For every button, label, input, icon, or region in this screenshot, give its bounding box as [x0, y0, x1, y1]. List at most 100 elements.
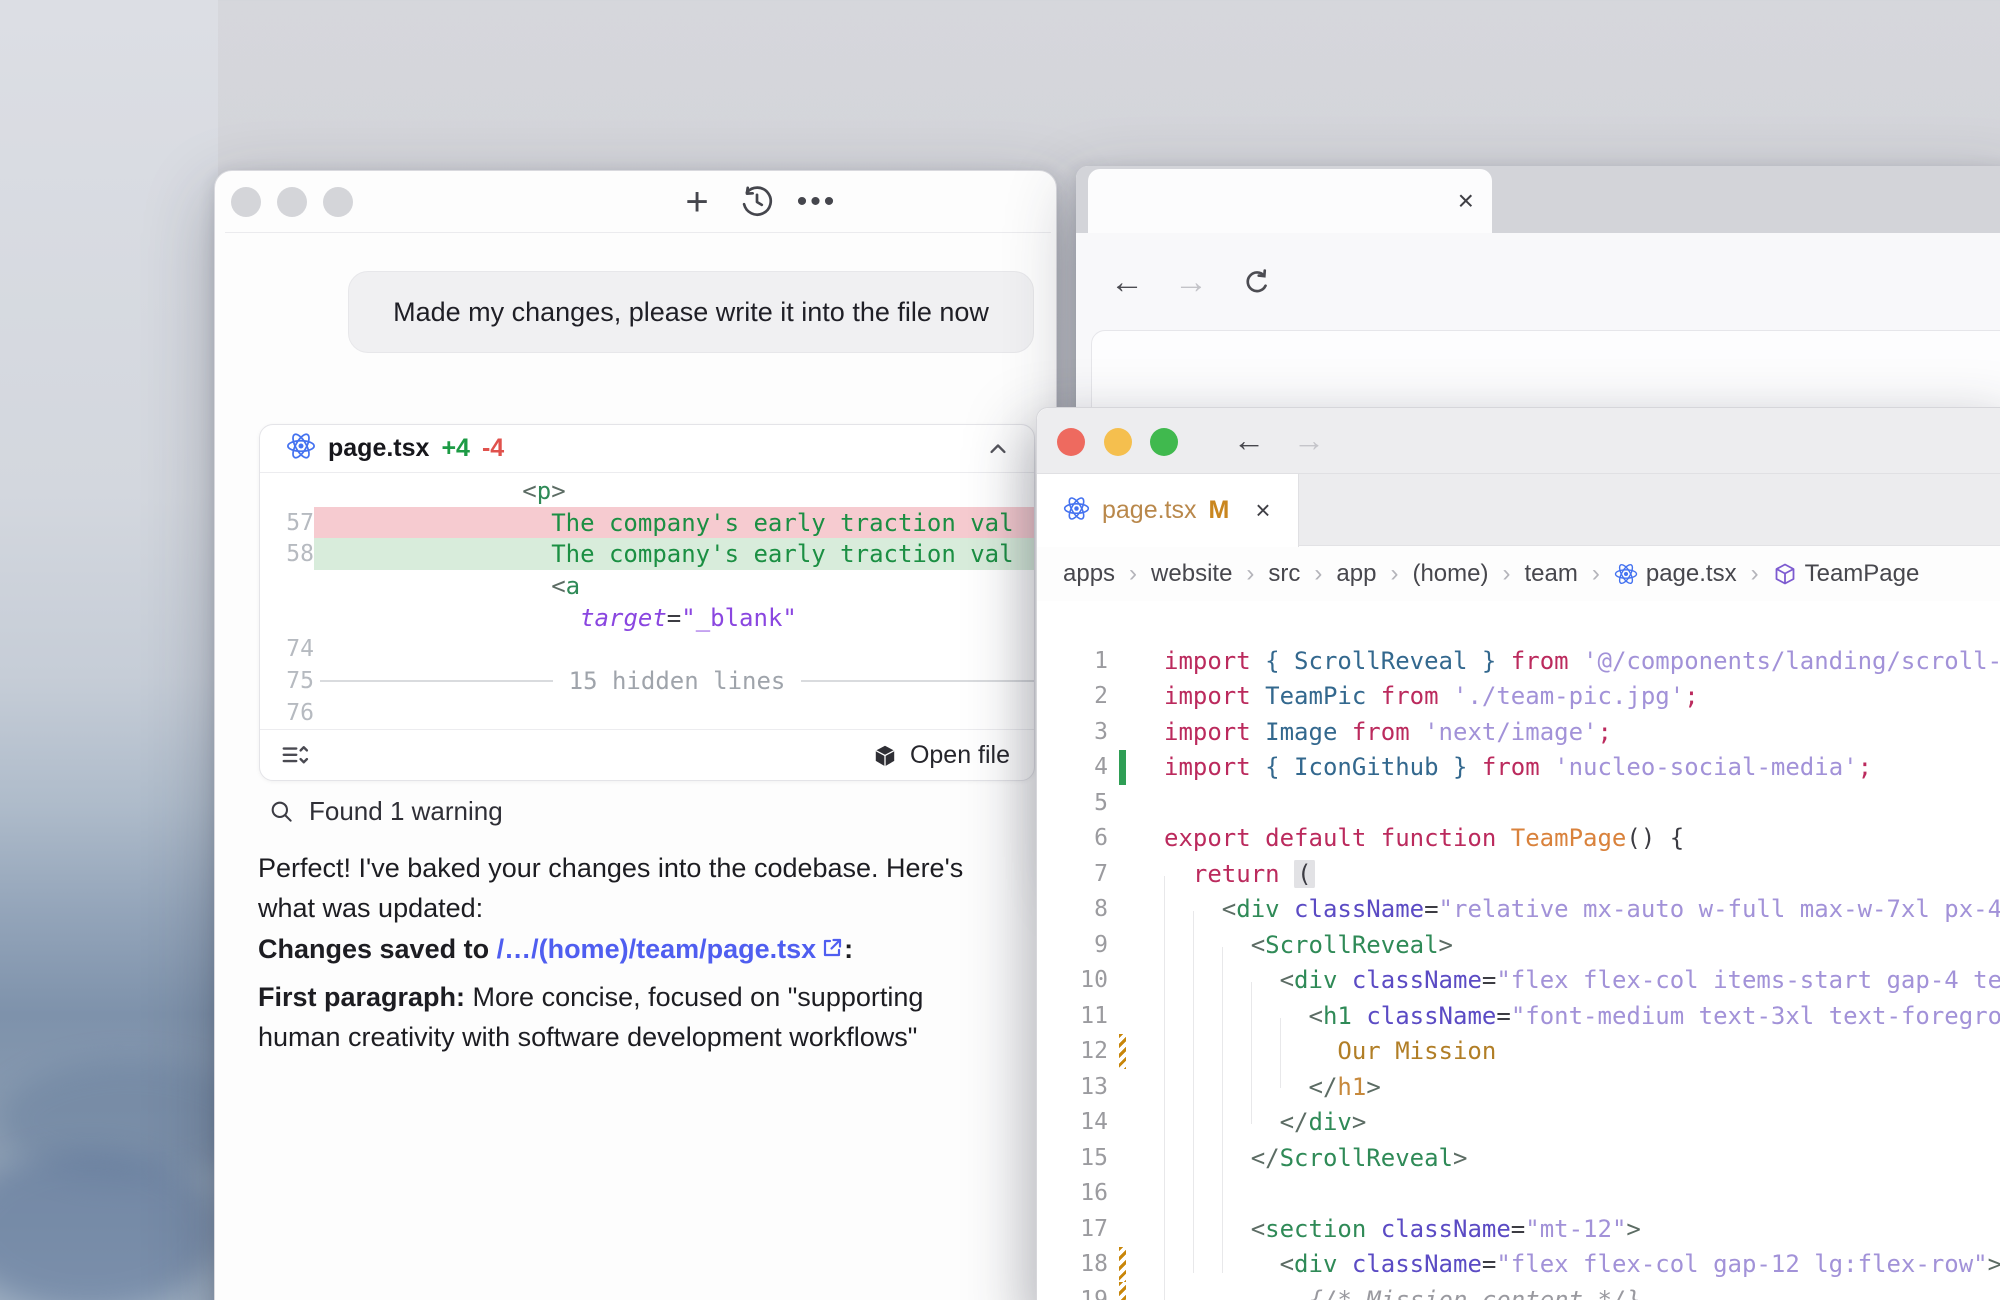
- line-number: 2: [1037, 683, 1108, 709]
- browser-tab-close-icon[interactable]: ×: [1458, 185, 1474, 217]
- tab-file-name: page.tsx: [1102, 496, 1197, 525]
- diff-row: 57 The company's early traction val: [260, 507, 1034, 539]
- code-token: section: [1265, 1215, 1381, 1243]
- code-text: <div className="flex flex-col gap-12 lg:…: [1126, 1250, 2000, 1278]
- code-token: 'nucleo-social-media': [1554, 753, 1857, 781]
- new-chat-icon[interactable]: +: [678, 183, 716, 221]
- minimize-button[interactable]: [277, 187, 307, 217]
- editor-tab-strip: page.tsx M ×: [1037, 474, 2000, 546]
- line-number: 16: [1037, 1180, 1108, 1206]
- line-number: 10: [1037, 967, 1108, 993]
- breadcrumb-item-src[interactable]: src: [1268, 560, 1300, 588]
- code-token: from: [1482, 753, 1554, 781]
- zoom-button[interactable]: [1150, 428, 1178, 456]
- code-token: =: [1482, 1250, 1496, 1278]
- breadcrumb-label: (home): [1412, 560, 1488, 588]
- code-area: 1import { ScrollReveal } from '@/compone…: [1037, 601, 2000, 1300]
- zoom-button[interactable]: [323, 187, 353, 217]
- file-path-link[interactable]: /…/(home)/team/page.tsx: [497, 934, 817, 964]
- code-token: "mt-12": [1525, 1215, 1626, 1243]
- breadcrumb-label: apps: [1063, 560, 1115, 588]
- code-text: </div>: [1126, 1108, 2000, 1136]
- code-line: 14 </div>: [1037, 1105, 2000, 1141]
- line-number: 14: [1037, 1109, 1108, 1135]
- code-token: [1164, 966, 1280, 994]
- code-line: 9 <ScrollReveal>: [1037, 927, 2000, 963]
- breadcrumb-item-page-tsx[interactable]: page.tsx: [1614, 560, 1737, 588]
- code-text: import Image from 'next/image';: [1126, 718, 2000, 746]
- code-token: [1164, 1215, 1251, 1243]
- history-icon[interactable]: [738, 183, 776, 221]
- diff-context-line: target="_blank": [314, 602, 1034, 634]
- code-token: className: [1366, 1002, 1496, 1030]
- tool-call-found-warning[interactable]: Found 1 warning: [269, 796, 503, 827]
- response-text: Perfect! I've baked your changes into th…: [258, 853, 963, 883]
- code-token: p: [537, 477, 551, 505]
- breadcrumb-label: page.tsx: [1646, 560, 1737, 588]
- response-text: what was updated:: [258, 893, 483, 923]
- editor-forward-icon[interactable]: →: [1293, 422, 1325, 459]
- tab-close-icon[interactable]: ×: [1255, 495, 1270, 526]
- code-token: div: [1294, 1250, 1352, 1278]
- editor-tab-page-tsx[interactable]: page.tsx M ×: [1037, 474, 1299, 547]
- close-button[interactable]: [1057, 428, 1085, 456]
- code-token: import: [1164, 718, 1265, 746]
- chevron-up-icon[interactable]: [984, 435, 1012, 463]
- open-file-button[interactable]: Open file: [872, 741, 1010, 770]
- browser-forward-icon[interactable]: →: [1174, 265, 1208, 299]
- breadcrumb-item-apps[interactable]: apps: [1063, 560, 1115, 588]
- diff-context-line: <a: [314, 570, 1034, 602]
- code-line: 19 {/* Mission content */}: [1037, 1282, 2000, 1300]
- code-token: div: [1294, 966, 1352, 994]
- code-token: [320, 540, 551, 568]
- browser-back-icon[interactable]: ←: [1110, 265, 1144, 299]
- more-options-icon[interactable]: •••: [798, 183, 836, 221]
- code-token: [320, 572, 551, 600]
- code-token: ;: [1598, 718, 1612, 746]
- line-number: 12: [1037, 1038, 1108, 1064]
- code-token: "_blank": [681, 604, 797, 632]
- code-line: 6export default function TeamPage() {: [1037, 821, 2000, 857]
- diff-line-number: 76: [260, 700, 314, 726]
- code-token: >: [1366, 1073, 1380, 1101]
- gutter: [1108, 1247, 1126, 1283]
- code-line: 10 <div className="flex flex-col items-s…: [1037, 963, 2000, 999]
- minimize-button[interactable]: [1104, 428, 1132, 456]
- browser-tab[interactable]: ×: [1088, 169, 1492, 233]
- breadcrumb-item-app[interactable]: app: [1336, 560, 1376, 588]
- expand-lines-icon[interactable]: [276, 737, 314, 775]
- tab-modified-flag: M: [1209, 496, 1230, 525]
- code-token: =: [667, 604, 681, 632]
- hidden-lines-divider[interactable]: 15 hidden lines: [314, 667, 1034, 695]
- diff-deletions: -4: [482, 434, 504, 463]
- diff-line-number: 75: [260, 668, 314, 694]
- react-icon: [286, 431, 316, 466]
- breadcrumb-item-teampage[interactable]: TeamPage: [1773, 560, 1920, 588]
- breadcrumb: apps›website›src›app›(home)›team›page.ts…: [1037, 546, 2000, 601]
- code-line: 13 </h1>: [1037, 1069, 2000, 1105]
- breadcrumb-item--home-[interactable]: (home): [1412, 560, 1488, 588]
- breadcrumb-separator: ›: [1390, 560, 1398, 588]
- breadcrumb-item-website[interactable]: website: [1151, 560, 1232, 588]
- line-number: 5: [1037, 790, 1108, 816]
- editor-back-icon[interactable]: ←: [1233, 422, 1265, 459]
- diff-card-header[interactable]: page.tsx +4 -4: [260, 425, 1034, 473]
- assistant-response: Perfect! I've baked your changes into th…: [258, 848, 1018, 1057]
- diff-row: 74: [260, 633, 1034, 665]
- code-token: h1: [1323, 1002, 1366, 1030]
- code-line: 7 return (: [1037, 856, 2000, 892]
- breadcrumb-label: app: [1336, 560, 1376, 588]
- code-token: [1164, 1144, 1251, 1172]
- close-button[interactable]: [231, 187, 261, 217]
- code-token: =: [1511, 1215, 1525, 1243]
- breadcrumb-separator: ›: [1503, 560, 1511, 588]
- breadcrumb-item-team[interactable]: team: [1525, 560, 1578, 588]
- code-text: import { IconGithub } from 'nucleo-socia…: [1126, 753, 2000, 781]
- browser-reload-icon[interactable]: [1238, 263, 1276, 301]
- diff-additions: +4: [441, 434, 470, 463]
- line-number: 4: [1037, 754, 1108, 780]
- diff-file-name: page.tsx: [328, 434, 429, 463]
- browser-tab-strip: ×: [1076, 166, 2000, 233]
- code-token: <: [1280, 1250, 1294, 1278]
- code-token: The company's early traction val: [551, 540, 1013, 568]
